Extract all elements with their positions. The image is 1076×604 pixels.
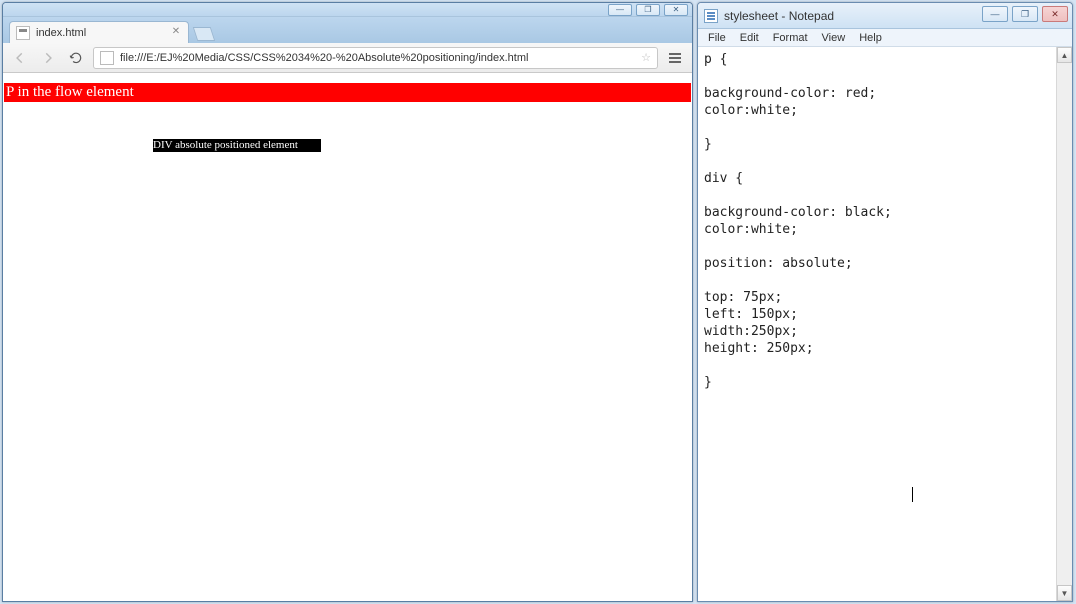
- chrome-menu-button[interactable]: [664, 47, 686, 69]
- notepad-close-button[interactable]: ✕: [1042, 6, 1068, 22]
- menu-format[interactable]: Format: [767, 31, 814, 45]
- chrome-toolbar: ☆: [3, 43, 692, 73]
- new-tab-button[interactable]: [193, 27, 216, 41]
- file-icon: [16, 26, 30, 40]
- vertical-scrollbar[interactable]: ▲ ▼: [1056, 47, 1072, 601]
- scroll-down-button[interactable]: ▼: [1057, 585, 1072, 601]
- chrome-titlebar[interactable]: — ❐ ✕: [3, 3, 692, 17]
- text-caret: [912, 487, 913, 502]
- page-p-element: P in the flow element: [4, 83, 691, 102]
- chrome-close-button[interactable]: ✕: [664, 4, 688, 16]
- arrow-right-icon: [41, 51, 55, 65]
- chrome-window-buttons: — ❐ ✕: [608, 4, 688, 16]
- notepad-textarea[interactable]: [698, 47, 1056, 601]
- notepad-editor-area: ▲ ▼: [698, 47, 1072, 601]
- page-div-element: DIV absolute positioned element: [153, 139, 321, 152]
- notepad-window: stylesheet - Notepad — ❐ ✕ File Edit For…: [697, 2, 1073, 602]
- chrome-tab-active[interactable]: index.html ✕: [9, 21, 189, 43]
- reload-icon: [69, 51, 83, 65]
- arrow-left-icon: [13, 51, 27, 65]
- notepad-icon: [704, 9, 718, 23]
- bookmark-star-icon[interactable]: ☆: [641, 51, 651, 64]
- menu-help[interactable]: Help: [853, 31, 888, 45]
- notepad-menubar: File Edit Format View Help: [698, 29, 1072, 47]
- notepad-window-buttons: — ❐ ✕: [982, 6, 1068, 22]
- chrome-tabstrip: index.html ✕: [3, 17, 692, 43]
- menu-view[interactable]: View: [816, 31, 852, 45]
- page-icon: [100, 51, 114, 65]
- scroll-up-button[interactable]: ▲: [1057, 47, 1072, 63]
- chrome-maximize-button[interactable]: ❐: [636, 4, 660, 16]
- chrome-window: — ❐ ✕ index.html ✕ ☆: [2, 2, 693, 602]
- reload-button[interactable]: [65, 47, 87, 69]
- close-icon[interactable]: ✕: [170, 27, 182, 39]
- hamburger-icon: [669, 53, 681, 55]
- menu-edit[interactable]: Edit: [734, 31, 765, 45]
- chrome-minimize-button[interactable]: —: [608, 4, 632, 16]
- menu-file[interactable]: File: [702, 31, 732, 45]
- notepad-title: stylesheet - Notepad: [724, 9, 834, 23]
- chrome-viewport: P in the flow element DIV absolute posit…: [3, 83, 692, 602]
- url-input[interactable]: [120, 52, 635, 64]
- omnibox[interactable]: ☆: [93, 47, 658, 69]
- back-button[interactable]: [9, 47, 31, 69]
- notepad-maximize-button[interactable]: ❐: [1012, 6, 1038, 22]
- chrome-tab-title: index.html: [36, 27, 86, 39]
- forward-button[interactable]: [37, 47, 59, 69]
- notepad-titlebar[interactable]: stylesheet - Notepad — ❐ ✕: [698, 3, 1072, 29]
- notepad-minimize-button[interactable]: —: [982, 6, 1008, 22]
